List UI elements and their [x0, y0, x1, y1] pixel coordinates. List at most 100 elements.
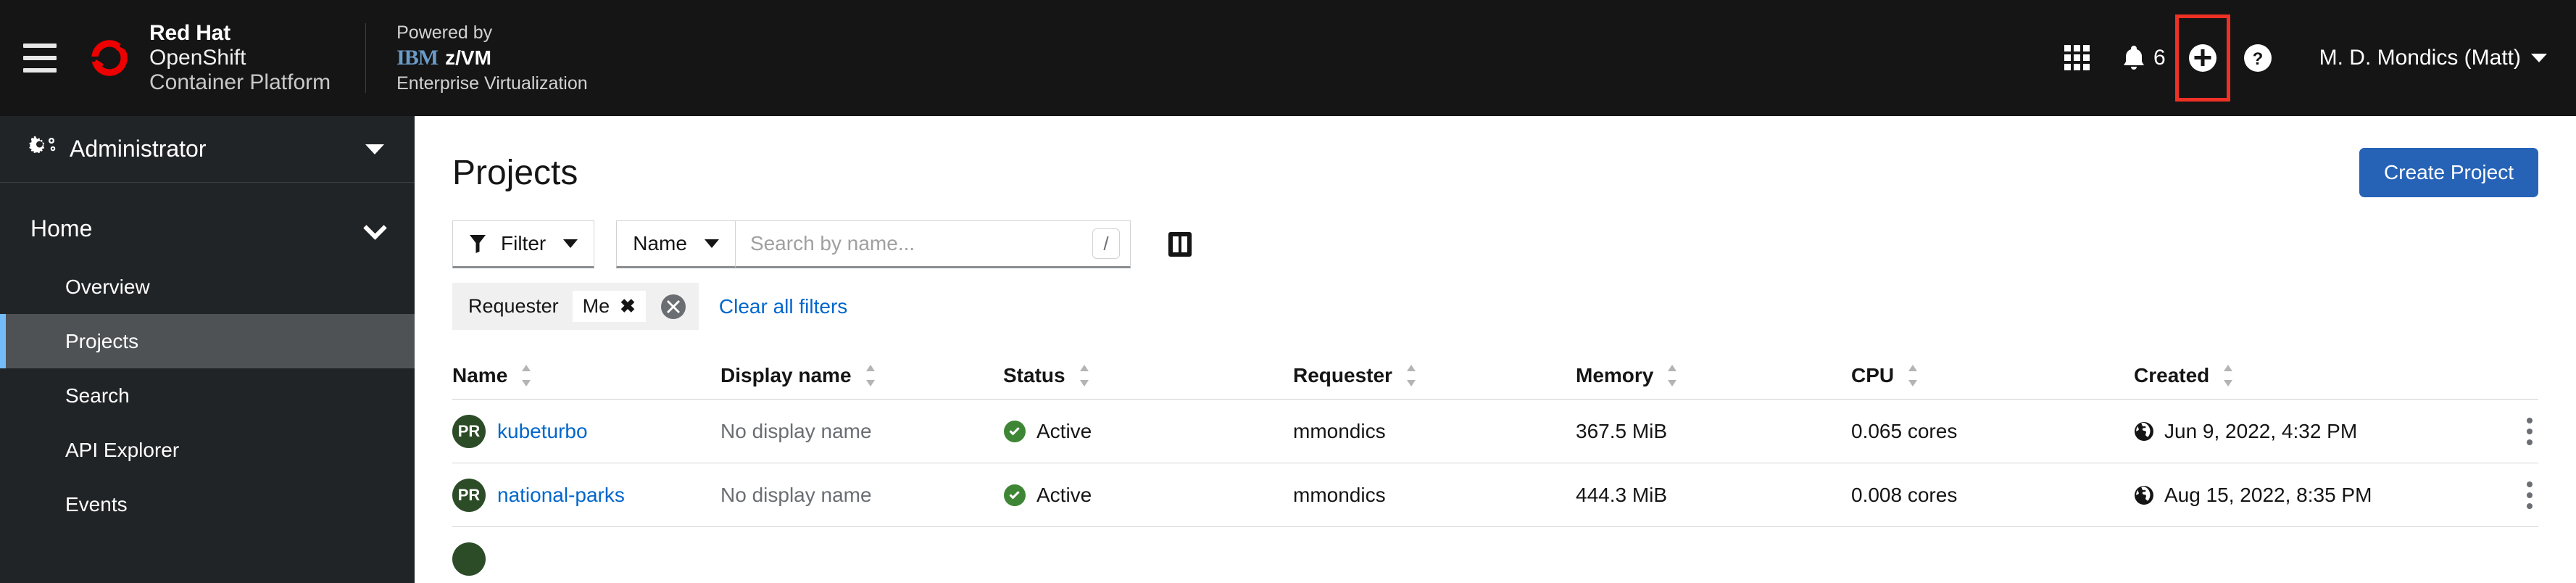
masthead: Red Hat OpenShift Container Platform Pow… — [0, 0, 2576, 116]
column-header-label: Requester — [1293, 363, 1392, 386]
filter-category-label: Requester — [468, 295, 559, 317]
close-icon[interactable]: ✖ — [620, 295, 636, 318]
filter-dropdown[interactable]: Filter — [452, 220, 595, 268]
cell-created: Jun 9, 2022, 4:32 PM — [2134, 420, 2488, 443]
project-badge: PR — [452, 414, 486, 448]
clear-all-filters-link[interactable]: Clear all filters — [719, 295, 847, 318]
check-circle-icon — [1004, 484, 1026, 506]
masthead-toolbar: 6 ? M. D. Mondics (Matt) — [2046, 15, 2547, 102]
sort-icon — [2224, 364, 2233, 386]
table-body: PR kubeturbo No display name Active mmon… — [452, 400, 2538, 583]
sidebar-item-search[interactable]: Search — [0, 368, 415, 423]
cell-name — [452, 542, 720, 576]
main-content: Projects Create Project Filter Name Sear… — [415, 116, 2576, 583]
kebab-dot — [2527, 417, 2533, 423]
hamburger-icon[interactable] — [0, 44, 80, 73]
notification-count: 6 — [2153, 46, 2166, 70]
caret-down-icon — [2531, 54, 2547, 62]
cell-name: PR kubeturbo — [452, 414, 720, 448]
brand-logo[interactable]: Red Hat OpenShift Container Platform — [86, 21, 331, 96]
notifications-button[interactable]: 6 — [2108, 23, 2179, 93]
filter-chip-group: Requester Me ✖ — [452, 283, 699, 330]
sidebar-item-projects[interactable]: Projects — [0, 314, 415, 368]
column-management-icon[interactable] — [1164, 228, 1196, 261]
kebab-menu-icon[interactable] — [2521, 412, 2538, 451]
sidebar-item-label: Search — [65, 384, 130, 407]
kebab-menu-icon[interactable] — [2521, 476, 2538, 515]
search-group: Name / — [616, 220, 1131, 268]
created-label: Aug 15, 2022, 8:35 PM — [2164, 483, 2372, 506]
hamburger-bar — [23, 68, 57, 73]
caret-down-icon — [704, 239, 719, 248]
user-menu[interactable]: M. D. Mondics (Matt) — [2319, 46, 2547, 70]
column-header-status[interactable]: Status — [1003, 364, 1293, 387]
svg-text:?: ? — [2252, 49, 2263, 69]
perspective-switcher[interactable]: Administrator — [0, 116, 415, 183]
page-body: Administrator Home Overview Projects Sea… — [0, 116, 2576, 583]
project-badge — [452, 542, 486, 576]
column-header-label: Memory — [1576, 363, 1654, 386]
column-header-name[interactable]: Name — [452, 364, 720, 387]
column-header-cpu[interactable]: CPU — [1851, 364, 2134, 387]
cell-memory: 367.5 MiB — [1576, 419, 1668, 442]
cogs-icon — [29, 136, 56, 153]
search-input[interactable] — [749, 232, 1092, 255]
filter-dropdown-label: Filter — [501, 232, 547, 255]
sidebar-item-label: Projects — [65, 329, 139, 352]
filter-chip[interactable]: Me ✖ — [571, 290, 647, 323]
column-header-memory[interactable]: Memory — [1576, 364, 1851, 387]
project-name-link[interactable]: kubeturbo — [497, 420, 588, 443]
grid-apps-icon[interactable] — [2046, 23, 2108, 93]
projects-table: Name Display name Status Requester Memor… — [415, 352, 2576, 583]
sidebar-item-events[interactable]: Events — [0, 477, 415, 532]
page-header: Projects Create Project — [415, 116, 2576, 210]
brand-text: Red Hat OpenShift Container Platform — [149, 21, 331, 96]
kebab-dot — [2527, 439, 2533, 445]
create-project-button[interactable]: Create Project — [2359, 148, 2538, 197]
brand-line-red-hat: Red Hat — [149, 20, 230, 45]
search-attribute-dropdown[interactable]: Name — [616, 220, 735, 268]
sort-icon — [865, 364, 875, 386]
sidebar: Administrator Home Overview Projects Sea… — [0, 116, 415, 583]
hamburger-bar — [23, 44, 57, 48]
column-header-label: CPU — [1851, 363, 1895, 386]
kebab-dot — [2527, 481, 2533, 487]
cell-status: Active — [1003, 484, 1293, 507]
table-row[interactable]: PR national-parks No display name Active — [452, 463, 2538, 527]
sidebar-item-api-explorer[interactable]: API Explorer — [0, 423, 415, 477]
openshift-console: Red Hat OpenShift Container Platform Pow… — [0, 0, 2576, 583]
ibm-product-line: IBM z/VM — [396, 45, 588, 71]
sort-icon — [1079, 364, 1089, 386]
nav-group-home[interactable]: Home — [0, 197, 415, 260]
sidebar-item-overview[interactable]: Overview — [0, 260, 415, 314]
help-question-circle-icon[interactable]: ? — [2227, 23, 2289, 93]
bell-icon — [2123, 46, 2144, 70]
column-header-label: Created — [2134, 363, 2210, 386]
search-attribute-label: Name — [633, 232, 687, 255]
times-circle-icon[interactable] — [660, 293, 687, 321]
column-header-requester[interactable]: Requester — [1293, 364, 1576, 387]
table-row[interactable] — [452, 527, 2538, 583]
sidebar-item-label: API Explorer — [65, 438, 180, 461]
column-header-display-name[interactable]: Display name — [720, 364, 1003, 387]
applied-filters-row: Requester Me ✖ Clear all filters — [415, 268, 2576, 330]
caret-down-icon — [563, 239, 578, 248]
ibm-logo: IBM — [396, 46, 439, 70]
sidebar-item-label: Overview — [65, 275, 150, 298]
table-row[interactable]: PR kubeturbo No display name Active mmon… — [452, 400, 2538, 463]
red-hat-logo — [90, 40, 130, 76]
column-header-created[interactable]: Created — [2134, 364, 2488, 387]
status-label: Active — [1036, 483, 1092, 506]
globe-icon — [2135, 485, 2153, 505]
masthead-divider — [365, 23, 367, 93]
kebab-dot — [2527, 428, 2533, 434]
add-plus-circle-icon[interactable] — [2174, 15, 2230, 102]
created-timestamp: Jun 9, 2022, 4:32 PM — [2134, 420, 2357, 443]
cell-display-name: No display name — [720, 419, 872, 442]
created-label: Jun 9, 2022, 4:32 PM — [2164, 419, 2358, 442]
search-shortcut-badge: / — [1092, 228, 1120, 259]
perspective-label: Administrator — [70, 136, 207, 162]
column-header-label: Display name — [720, 363, 852, 386]
brand-line-openshift: OpenShift — [149, 45, 246, 70]
project-name-link[interactable]: national-parks — [497, 484, 625, 507]
